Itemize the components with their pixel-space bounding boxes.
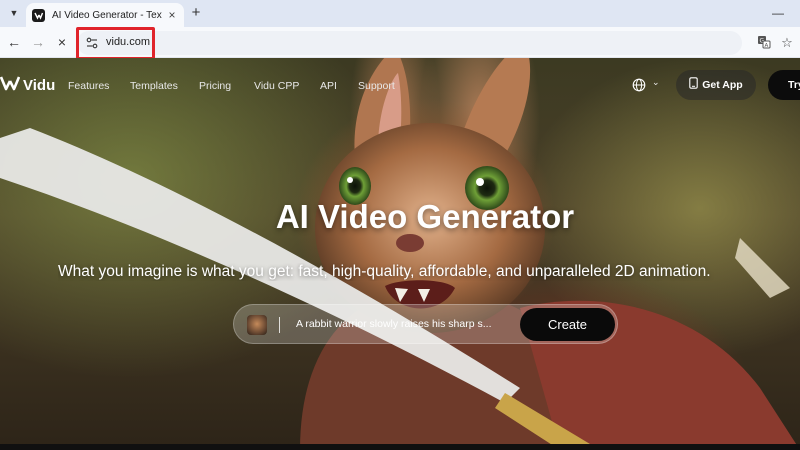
prompt-divider (279, 317, 280, 333)
hero-title: AI Video Generator (275, 198, 575, 235)
site-navbar: Vidu Features Templates Pricing Vidu CPP… (0, 68, 800, 104)
hero-section: Vidu Features Templates Pricing Vidu CPP… (0, 58, 800, 450)
url-highlight-box (76, 27, 155, 60)
bottom-edge (0, 444, 800, 450)
hero-subtitle: What you imagine is what you get: fast, … (58, 263, 711, 280)
nav-features[interactable]: Features (68, 80, 109, 92)
tab-search-icon[interactable]: ▼ (6, 5, 22, 21)
new-tab-button[interactable]: + (188, 5, 204, 21)
create-button[interactable]: Create (520, 308, 615, 341)
browser-tab[interactable]: AI Video Generator - Text & Im × (26, 3, 184, 27)
stop-icon[interactable]: × (54, 34, 70, 50)
prompt-image-thumbnail[interactable] (247, 315, 267, 335)
close-icon[interactable]: × (166, 8, 178, 22)
vidu-logo-icon (0, 75, 21, 96)
svg-text:A: A (765, 43, 769, 49)
nav-api[interactable]: API (320, 80, 337, 92)
get-app-label: Get App (702, 79, 743, 91)
vidu-favicon (32, 8, 45, 22)
logo-text: Vidu (23, 77, 56, 94)
try-label: Try (788, 79, 800, 91)
tab-strip: ▼ AI Video Generator - Text & Im × + — (0, 0, 800, 27)
translate-icon[interactable]: GA (756, 35, 772, 51)
star-icon[interactable]: ☆ (779, 35, 795, 51)
create-label: Create (547, 317, 588, 332)
nav-pricing[interactable]: Pricing (199, 80, 231, 92)
hero-background-image (0, 58, 800, 450)
nav-support[interactable]: Support (358, 80, 395, 92)
nav-templates[interactable]: Templates (130, 80, 178, 92)
address-bar[interactable]: vidu.com (77, 31, 742, 55)
try-button[interactable]: Try (768, 70, 800, 100)
tab-title: AI Video Generator - Text & Im (52, 9, 162, 21)
back-arrow-icon[interactable]: ← (6, 34, 22, 50)
minimize-icon[interactable]: — (772, 6, 784, 20)
nav-vidu-cpp[interactable]: Vidu CPP (254, 80, 299, 92)
browser-toolbar: ← → × vidu.com (0, 27, 800, 60)
forward-arrow-icon[interactable]: → (30, 34, 46, 50)
prompt-text[interactable]: A rabbit warrior slowly raises his sharp… (296, 318, 514, 330)
get-app-button[interactable]: Get App (676, 70, 756, 100)
chevron-down-icon[interactable]: ⌄ (652, 77, 660, 88)
vidu-logo[interactable]: Vidu (0, 75, 55, 96)
phone-icon (689, 76, 699, 94)
prompt-input-box[interactable]: A rabbit warrior slowly raises his sharp… (233, 304, 618, 344)
globe-icon[interactable] (632, 78, 646, 92)
